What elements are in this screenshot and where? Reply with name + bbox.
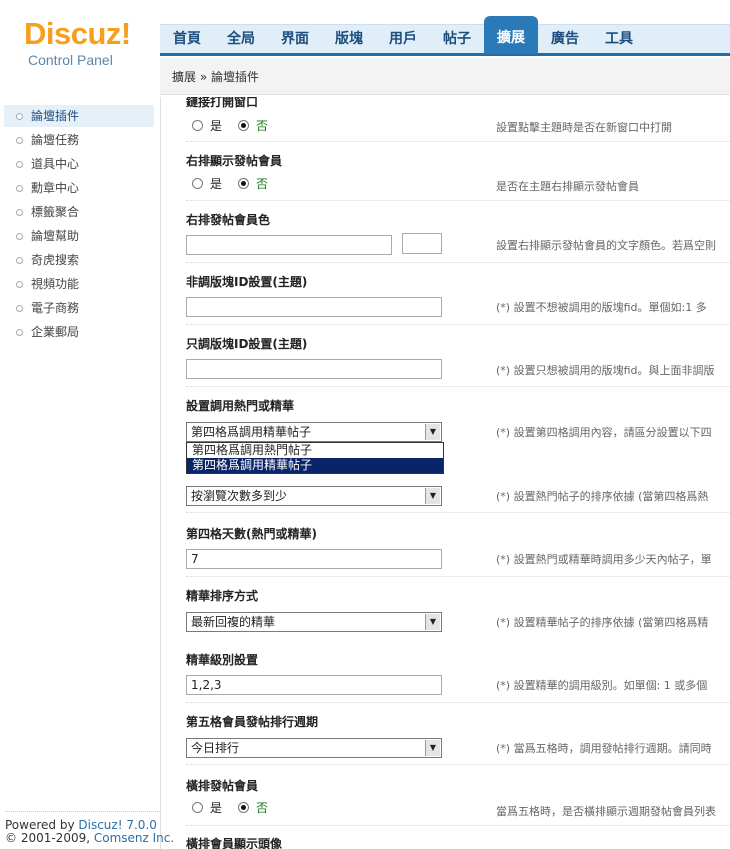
only-forum-desc: (*) 設置只想被調用的版塊fid。與上面非調版 (496, 364, 715, 377)
sidebar-item-mail[interactable]: 企業郵局 (4, 321, 154, 343)
main-content: 鏈接打開窗口 是 否 設置點擊主題時是否在新窗口中打開 右排顯示發帖會員 是 否… (160, 97, 730, 849)
new-window-no-radio[interactable] (238, 120, 249, 131)
hot-digest-dropdown: 第四格爲調用熱門帖子 第四格爲調用精華帖子 (186, 442, 444, 474)
nav-tab-style[interactable]: 界面 (270, 24, 320, 55)
chevron-down-icon[interactable]: ▼ (425, 424, 440, 440)
row-poster-yes-label: 是 (210, 801, 223, 815)
sidebar-item-help[interactable]: 論壇幫助 (4, 225, 154, 247)
setting-title-row-poster: 橫排發帖會員 (186, 779, 259, 793)
setting-title-poster-color: 右排發帖會員色 (186, 213, 271, 227)
row-poster-yes-radio[interactable] (192, 802, 203, 813)
exclude-forum-input[interactable] (186, 297, 442, 317)
digest-level-input[interactable]: 1,2,3 (186, 675, 442, 695)
sidebar-item-qihoo[interactable]: 奇虎搜索 (4, 249, 154, 271)
days-desc: (*) 設置熱門或精華時調用多少天內帖子，單 (496, 553, 712, 566)
new-window-yes-radio[interactable] (192, 120, 203, 131)
bullet-icon (16, 329, 23, 336)
exclude-forum-desc: (*) 設置不想被調用的版塊fid。單個如:1 多 (496, 301, 707, 314)
poster-color-desc: 設置右排顯示發帖會員的文字顏色。若爲空則 (496, 239, 716, 252)
setting-title-hot-digest: 設置調用熱門或精華 (186, 399, 295, 413)
sidebar-item-video[interactable]: 視頻功能 (4, 273, 154, 295)
setting-title-only-forum: 只調版塊ID設置(主題) (186, 337, 308, 351)
logo[interactable]: Discuz! Control Panel (0, 0, 160, 97)
bullet-icon (16, 137, 23, 144)
setting-title-days: 第四格天數(熱門或精華) (186, 527, 317, 541)
nav-tab-extended[interactable]: 擴展 (484, 16, 538, 54)
breadcrumb: 擴展 » 論壇插件 (172, 70, 259, 84)
row-poster-no-label: 否 (256, 801, 269, 815)
sidebar-item-plugins[interactable]: 論壇插件 (4, 105, 154, 127)
nav-tab-forums[interactable]: 版塊 (324, 24, 374, 55)
setting-title-exclude-forum: 非調版塊ID設置(主題) (186, 275, 308, 289)
dropdown-option-hot[interactable]: 第四格爲調用熱門帖子 (187, 443, 443, 458)
only-forum-input[interactable] (186, 359, 442, 379)
bullet-icon (16, 257, 23, 264)
hot-digest-desc: (*) 設置第四格調用內容，請區分設置以下四 (496, 426, 712, 439)
nav-tab-home[interactable]: 首頁 (162, 24, 212, 55)
hot-digest-select[interactable]: 第四格爲調用精華帖子 ▼ (186, 422, 442, 442)
breadcrumb-bar: 擴展 » 論壇插件 (160, 58, 730, 95)
right-poster-yes-label: 是 (210, 177, 223, 191)
row-poster-no-radio[interactable] (238, 802, 249, 813)
nav-tab-posts[interactable]: 帖子 (432, 24, 482, 55)
logo-wordmark: Discuz! (24, 16, 131, 51)
nav-tab-ads[interactable]: 廣告 (540, 24, 590, 55)
hot-sort-desc: (*) 設置熱門帖子的排序依據 (當第四格爲熱 (496, 490, 709, 503)
right-poster-desc: 是否在主題右排顯示發帖會員 (496, 180, 639, 193)
sidebar-item-tags[interactable]: 標籤聚合 (4, 201, 154, 223)
sidebar-item-tasks[interactable]: 論壇任務 (4, 129, 154, 151)
days-input[interactable]: 7 (186, 549, 442, 569)
chevron-down-icon[interactable]: ▼ (425, 614, 440, 630)
powered-by: Powered by Discuz! 7.0.0 (5, 811, 160, 832)
poster-color-swatch[interactable] (402, 233, 442, 254)
chevron-down-icon[interactable]: ▼ (425, 488, 440, 504)
bullet-icon (16, 161, 23, 168)
setting-title-digest-sort: 精華排序方式 (186, 589, 259, 603)
top-nav: 首頁 全局 界面 版塊 用戶 帖子 擴展 廣告 工具 (160, 14, 730, 56)
discuz-link[interactable]: Discuz! 7.0.0 (78, 818, 157, 832)
cycle-desc: (*) 當爲五格時，調用發帖排行週期。請同時 (496, 742, 712, 755)
bullet-icon (16, 233, 23, 240)
new-window-yes-label: 是 (210, 119, 223, 133)
setting-title-new-window: 鏈接打開窗口 (186, 97, 259, 109)
sidebar-item-props[interactable]: 道具中心 (4, 153, 154, 175)
sidebar: 論壇插件 論壇任務 道具中心 勳章中心 標籤聚合 論壇幫助 奇虎搜索 視頻功能 … (0, 97, 174, 849)
logo-subtitle: Control Panel (28, 52, 113, 68)
setting-title-right-poster: 右排顯示發帖會員 (186, 154, 283, 168)
chevron-down-icon[interactable]: ▼ (425, 740, 440, 756)
hot-sort-select[interactable]: 按瀏覽次數多到少 ▼ (186, 486, 442, 506)
header: Discuz! Control Panel 首頁 全局 界面 版塊 用戶 帖子 … (0, 0, 730, 97)
sidebar-item-ecommerce[interactable]: 電子商務 (4, 297, 154, 319)
setting-title-digest-level: 精華級別設置 (186, 653, 259, 667)
digest-level-desc: (*) 設置精華的調用級別。如單個: 1 或多個 (496, 679, 708, 692)
bullet-icon (16, 113, 23, 120)
nav-tab-users[interactable]: 用戶 (378, 24, 428, 55)
nav-tab-global[interactable]: 全局 (216, 24, 266, 55)
sidebar-item-medals[interactable]: 勳章中心 (4, 177, 154, 199)
right-poster-no-label: 否 (256, 177, 269, 191)
cycle-select[interactable]: 今日排行 ▼ (186, 738, 442, 758)
bullet-icon (16, 209, 23, 216)
right-poster-yes-radio[interactable] (192, 178, 203, 189)
bullet-icon (16, 305, 23, 312)
new-window-desc: 設置點擊主題時是否在新窗口中打開 (496, 121, 672, 134)
new-window-no-label: 否 (256, 119, 269, 133)
digest-sort-desc: (*) 設置精華帖子的排序依據 (當第四格爲精 (496, 616, 709, 629)
poster-color-input[interactable] (186, 235, 392, 255)
right-poster-no-radio[interactable] (238, 178, 249, 189)
nav-tab-tools[interactable]: 工具 (594, 24, 644, 55)
row-poster-desc: 當爲五格時，是否橫排顯示週期發帖會員列表 (496, 805, 716, 818)
copyright: © 2001-2009, Comsenz Inc. (5, 831, 175, 845)
bullet-icon (16, 281, 23, 288)
dropdown-option-digest[interactable]: 第四格爲調用精華帖子 (187, 458, 443, 473)
digest-sort-select[interactable]: 最新回複的精華 ▼ (186, 612, 442, 632)
setting-title-row-avatar: 橫排會員顯示頭像 (186, 837, 283, 849)
setting-title-cycle: 第五格會員發帖排行週期 (186, 715, 319, 729)
bullet-icon (16, 185, 23, 192)
